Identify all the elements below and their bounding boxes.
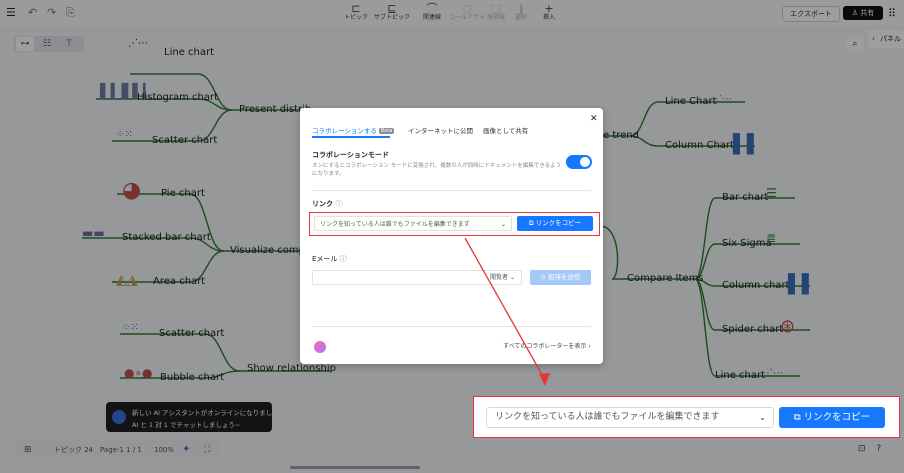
copy-link-button[interactable]: ⧉ リンクをコピー [779,407,885,428]
zoomed-link-callout: リンクを知っている人は誰でもファイルを編集できます ⌄ ⧉ リンクをコピー [473,396,900,438]
chevron-down-icon: ⌄ [759,413,766,422]
link-permission-select[interactable]: リンクを知っている人は誰でもファイルを編集できます ⌄ [486,407,774,428]
copy-icon: ⧉ [793,412,801,423]
